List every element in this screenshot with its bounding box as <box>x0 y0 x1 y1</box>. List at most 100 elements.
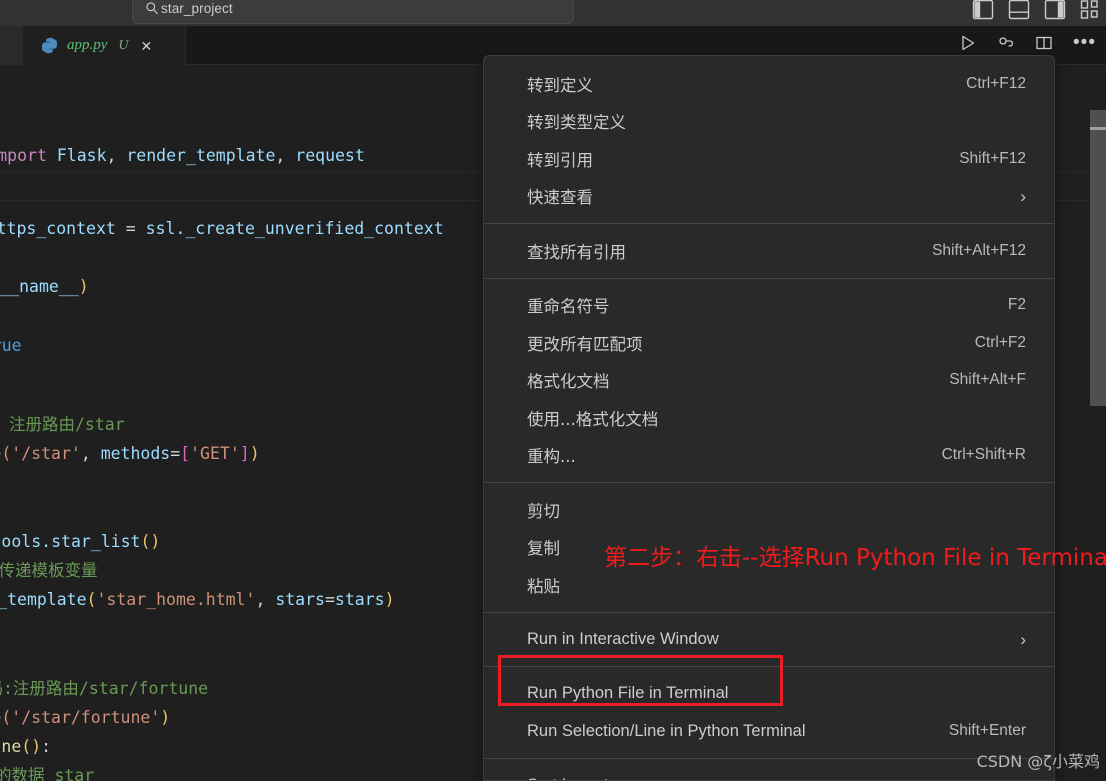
title-bar: star_project <box>0 0 1106 26</box>
code-token: 代码:注册路由/star/fortune <box>0 679 209 698</box>
python-run-options-icon[interactable] <box>997 34 1015 52</box>
menu-item-cut[interactable]: 剪切 <box>484 491 1054 529</box>
editor-tab-app-py[interactable]: app.py U ✕ <box>23 26 186 65</box>
tab-dirty-indicator: U <box>118 37 129 53</box>
menu-item-run-in-interactive-window[interactable]: Run in Interactive Window › <box>484 621 1054 659</box>
layout-toggle-group <box>972 0 1102 24</box>
editor-action-group: ••• <box>959 33 1096 52</box>
menu-item-label: 转到定义 <box>527 75 593 95</box>
editor-more-actions-button[interactable]: ••• <box>1073 33 1096 52</box>
code-token: ( <box>86 590 97 609</box>
scrollbar-thumb[interactable] <box>1090 110 1106 406</box>
code-line: ，传递模板变量 <box>0 556 98 586</box>
editor-context-menu[interactable]: 转到定义 Ctrl+F12 转到类型定义转到引用 Shift+F12 快速查看 › 查找所有… <box>483 55 1055 781</box>
code-token: render_template <box>126 146 276 165</box>
vscode-window: star_project app.py U ✕ ••• mport Flask,… <box>0 0 1106 781</box>
toggle-primary-sidebar-icon[interactable] <box>972 0 994 20</box>
menu-separator <box>484 611 1054 613</box>
tab-close-icon[interactable]: ✕ <box>141 39 153 53</box>
code-line: = True <box>0 331 22 361</box>
menu-item-label: 更改所有匹配项 <box>527 334 643 354</box>
menu-item-format-document-with[interactable]: 使用...格式化文档 <box>484 399 1054 437</box>
menu-separator <box>484 277 1054 279</box>
menu-item-goto-references[interactable]: 转到引用 Shift+F12 <box>484 140 1054 178</box>
menu-item-goto-type-definition[interactable]: 转到类型定义 <box>484 103 1054 141</box>
code-line: from flask import Flask, render_template… <box>0 141 365 171</box>
menu-item-label: Run Python File in Terminal <box>527 684 729 703</box>
menu-item-label: Sort Imports <box>527 776 1026 780</box>
code-token: 传递的数据 <box>0 766 45 781</box>
menu-item-shortcut: Shift+Alt+F <box>949 371 1026 389</box>
menu-item-shortcut: Ctrl+F2 <box>974 333 1026 351</box>
menu-item-run-selection-line-in-python-terminal[interactable]: Run Selection/Line in Python Terminal Shi… <box>484 713 1054 751</box>
toggle-panel-icon[interactable] <box>1008 0 1030 20</box>
run-play-icon[interactable] <box>959 34 977 52</box>
code-token: rue <box>0 336 22 355</box>
menu-separator <box>484 223 1054 224</box>
menu-item-peek[interactable]: 快速查看 › <box>484 178 1054 216</box>
customize-layout-icon[interactable] <box>1080 0 1102 20</box>
toggle-secondary-sidebar-icon[interactable] <box>1044 0 1066 20</box>
code-line: 注册路由/star <box>9 410 125 440</box>
menu-item-label: 重命名符号 <box>527 297 610 317</box>
code-token: : <box>41 737 52 756</box>
tab-bar-left-gutter <box>0 26 23 65</box>
code-token: ] <box>239 444 250 463</box>
menu-item-label: 粘贴 <box>527 576 560 596</box>
menu-item-label: 查找所有引用 <box>527 242 626 262</box>
code-token: [ <box>180 444 191 463</box>
code-token: = <box>170 444 181 463</box>
code-token: , <box>275 146 296 165</box>
menu-item-format-document[interactable]: 格式化文档 Shift+Alt+F <box>484 362 1054 400</box>
code-line: return render_template('star_home.html',… <box>0 585 395 615</box>
menu-separator <box>484 758 1054 759</box>
code-token: star/fortune' <box>31 708 161 727</box>
command-center-value: star_project <box>161 0 233 16</box>
code-token: methods <box>100 444 171 463</box>
command-center-search[interactable]: star_project <box>132 0 574 24</box>
split-editor-right-icon[interactable] <box>1035 34 1053 52</box>
code-token: , <box>106 146 127 165</box>
menu-item-label: 重构... <box>527 447 576 467</box>
menu-item-change-all-occurrences[interactable]: 更改所有匹配项 Ctrl+F2 <box>484 324 1054 362</box>
python-file-icon <box>41 37 58 54</box>
menu-item-label: Run in Interactive Window <box>527 629 719 648</box>
code-token: = <box>324 590 335 609</box>
menu-separator <box>484 482 1054 483</box>
code-token: = <box>115 219 146 238</box>
menu-item-goto-definition[interactable]: 转到定义 Ctrl+F12 <box>484 65 1054 103</box>
code-token: 'GET' <box>190 444 240 463</box>
chevron-right-icon: › <box>1020 186 1026 206</box>
menu-item-find-all-references[interactable]: 查找所有引用 Shift+Alt+F12 <box>484 232 1054 270</box>
code-token: ) <box>384 590 395 609</box>
menu-item-label: 剪切 <box>527 501 560 521</box>
menu-item-sort-imports[interactable]: Sort Imports <box>484 767 1054 780</box>
menu-item-label: 转到类型定义 <box>527 113 626 133</box>
code-token: @app.route('/ <box>0 444 32 463</box>
code-token: Flask <box>56 146 107 165</box>
annotation-note-text: 第二步：右击--选择Run Python File in Terminal <box>604 545 1106 571</box>
code-token: nder_template <box>0 590 87 609</box>
menu-item-shortcut: Shift+Enter <box>948 722 1026 740</box>
menu-item-shortcut: F2 <box>1007 296 1026 314</box>
tab-label: app.py <box>67 37 108 53</box>
code-token: stars <box>334 590 385 609</box>
menu-item-label: 使用...格式化文档 <box>527 409 659 429</box>
code-token: ols.star_list <box>11 532 141 551</box>
code-token: star <box>54 766 95 781</box>
code-token: ssl._create_unverified_context <box>145 219 444 238</box>
menu-item-shortcut: Ctrl+F12 <box>966 74 1026 92</box>
editor-vertical-scrollbar[interactable] <box>1090 65 1106 781</box>
code-token: stars = to <box>0 532 12 551</box>
code-token: ) <box>78 277 89 296</box>
code-token: app = Flask(__ <box>0 277 20 296</box>
code-token: , <box>255 590 276 609</box>
search-icon <box>146 2 158 15</box>
code-line: app = Flask(__name__) <box>0 272 89 302</box>
code-token: @app.route('/ <box>0 708 32 727</box>
menu-item-run-python-file-in-terminal[interactable]: Run Python File in Terminal <box>484 675 1054 713</box>
menu-item-rename-symbol[interactable]: 重命名符号 F2 <box>484 287 1054 325</box>
menu-item-refactor[interactable]: 重构... Ctrl+Shift+R <box>484 437 1054 475</box>
code-line: @app.route('/star', methods=['GET']) <box>0 439 260 469</box>
